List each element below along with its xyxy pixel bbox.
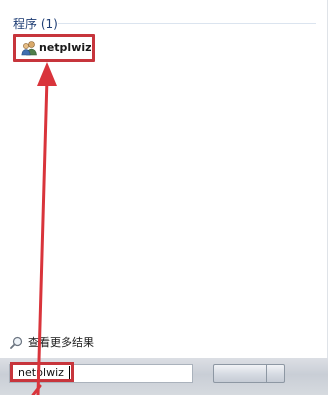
search-highlight-box [10,362,74,382]
start-menu-search-screenshot: 程序 (1) netplwiz 查看更多结果 netplwiz [0,0,328,395]
magnifier-icon [10,336,23,349]
program-result-label: netplwiz [39,41,92,54]
program-result-netplwiz[interactable]: netplwiz [13,34,95,62]
shut-down-button[interactable] [213,364,267,383]
shut-down-options-arrow[interactable] [267,364,285,383]
users-accounts-icon [21,41,37,56]
section-divider [58,23,316,24]
programs-section-header: 程序 (1) [13,17,58,31]
see-more-results-label: 查看更多结果 [28,336,94,349]
see-more-results-link[interactable]: 查看更多结果 [10,334,94,350]
